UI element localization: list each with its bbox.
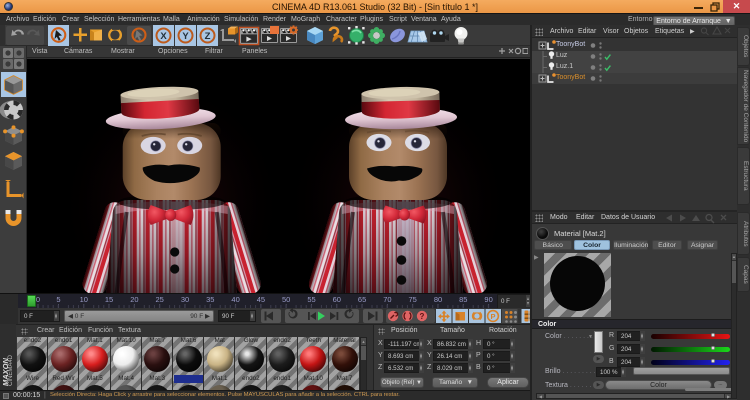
svg-text:0: 0 [36, 295, 40, 304]
svg-text:55: 55 [307, 295, 315, 304]
svg-text:X: X [160, 31, 167, 42]
svg-text:35: 35 [206, 295, 214, 304]
svg-text:40: 40 [231, 295, 239, 304]
svg-text:20: 20 [130, 295, 138, 304]
svg-text:60: 60 [333, 295, 341, 304]
svg-text:75: 75 [409, 295, 417, 304]
svg-text:?: ? [420, 312, 425, 321]
svg-text:25: 25 [156, 295, 164, 304]
svg-text:10: 10 [80, 295, 88, 304]
svg-text:80: 80 [434, 295, 442, 304]
svg-text:70: 70 [383, 295, 391, 304]
svg-text:90: 90 [484, 295, 492, 304]
svg-text:65: 65 [358, 295, 366, 304]
svg-text:50: 50 [282, 295, 290, 304]
svg-text:30: 30 [181, 295, 189, 304]
svg-text:P: P [490, 312, 495, 321]
svg-text:Y: Y [182, 31, 189, 42]
svg-text:Z: Z [205, 31, 211, 42]
svg-text:85: 85 [459, 295, 467, 304]
svg-text:15: 15 [105, 295, 113, 304]
svg-text:45: 45 [257, 295, 265, 304]
svg-text:5: 5 [56, 295, 60, 304]
